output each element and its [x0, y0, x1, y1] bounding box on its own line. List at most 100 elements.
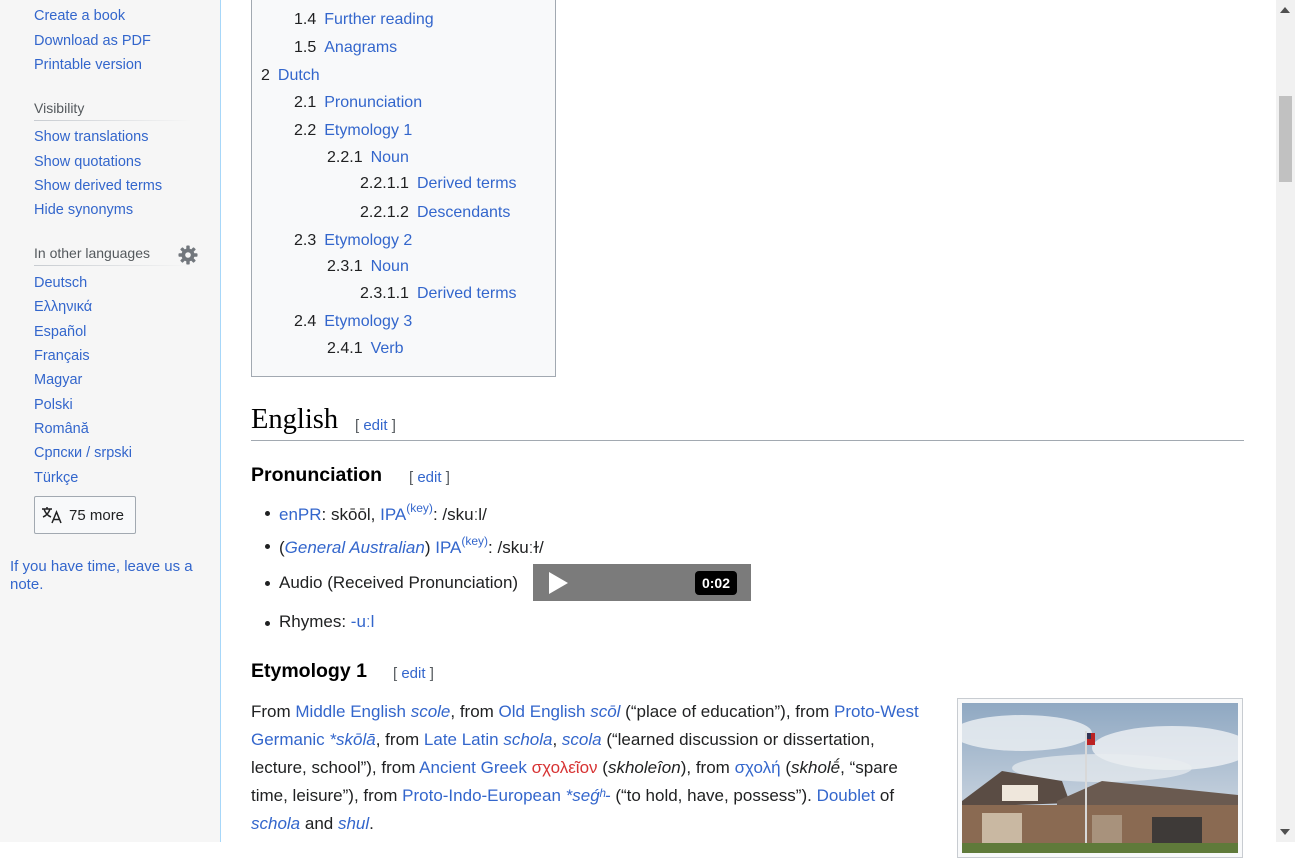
edit-link[interactable]: edit	[417, 469, 441, 486]
toc-link[interactable]: Anagrams	[324, 39, 397, 56]
sidebar-item-download-pdf[interactable]: Download as PDF	[34, 33, 151, 49]
toc-link[interactable]: Noun	[371, 258, 409, 275]
audio-label: Audio (Received Pronunciation)	[279, 573, 519, 592]
sidebar-item-create-book[interactable]: Create a book	[34, 8, 125, 24]
toc-number: 2.2	[294, 122, 317, 139]
toc-item[interactable]: 1.4 Further reading	[294, 11, 434, 29]
lang-link[interactable]: Ancient Greek	[419, 758, 527, 777]
toc-number: 2.3.1	[327, 258, 363, 275]
lang-link[interactable]: Old English	[499, 702, 586, 721]
translate-icon	[42, 507, 62, 524]
toc-item[interactable]: 2.2.1 Noun	[327, 149, 409, 167]
sidebar-item-show-quotations[interactable]: Show quotations	[34, 154, 141, 170]
toc-link[interactable]: Derived terms	[417, 175, 517, 192]
lang-link[interactable]: Ελληνικά	[34, 299, 92, 315]
doublet-link[interactable]: Doublet	[817, 786, 876, 805]
scroll-up-icon[interactable]	[1280, 7, 1290, 13]
ipa-link[interactable]: IPA	[435, 538, 461, 557]
sidebar-item-printable-version[interactable]: Printable version	[34, 57, 142, 73]
toc-item[interactable]: 1.5 Anagrams	[294, 39, 397, 57]
toc-item[interactable]: 2.4 Etymology 3	[294, 313, 412, 331]
toc-link[interactable]: Etymology 3	[324, 313, 412, 330]
lang-link[interactable]: Middle English	[295, 702, 406, 721]
sidebar-item-show-translations[interactable]: Show translations	[34, 129, 148, 145]
toc-item[interactable]: 2.2.1.1 Derived terms	[360, 175, 517, 193]
rhymes-link[interactable]: -uːl	[351, 612, 375, 631]
scrollbar-thumb[interactable]	[1279, 96, 1292, 182]
term-link[interactable]: σχολή	[735, 758, 781, 777]
toc-number: 2.2.1	[327, 149, 363, 166]
more-languages-button[interactable]: 75 more	[34, 496, 136, 534]
lang-link[interactable]: Polski	[34, 397, 73, 413]
accent-link[interactable]: General Australian	[285, 538, 425, 557]
toc-item[interactable]: 2.1 Pronunciation	[294, 94, 422, 112]
toc-item[interactable]: 2.3.1 Noun	[327, 258, 409, 276]
redlink-term[interactable]: σχολεῖον	[532, 758, 598, 777]
lang-link[interactable]: Deutsch	[34, 275, 87, 291]
edit-link[interactable]: edit	[401, 665, 425, 682]
lang-link[interactable]: Türkçe	[34, 470, 78, 486]
toc-link[interactable]: Dutch	[278, 67, 320, 84]
term-link[interactable]: *seǵʰ-	[566, 786, 611, 805]
transliteration: skholḗ	[791, 758, 841, 777]
audio-player[interactable]: 0:02	[533, 564, 751, 601]
term-link[interactable]: scōl	[590, 702, 620, 721]
lang-link[interactable]: Español	[34, 324, 86, 340]
toc-number: 1.5	[294, 39, 317, 56]
school-building-image[interactable]	[962, 703, 1238, 853]
toc-item[interactable]: 2.3.1.1 Derived terms	[360, 285, 517, 303]
sidebar-item-show-derived-terms[interactable]: Show derived terms	[34, 178, 162, 194]
term-link[interactable]: scola	[562, 730, 602, 749]
play-icon[interactable]	[549, 572, 568, 594]
term-link[interactable]: schola	[251, 814, 300, 833]
toc-link[interactable]: Pronunciation	[324, 94, 422, 111]
toc-link[interactable]: Further reading	[324, 11, 433, 28]
scroll-down-icon[interactable]	[1280, 829, 1290, 835]
sidebar-item-hide-synonyms[interactable]: Hide synonyms	[34, 202, 133, 218]
lang-link[interactable]: Српски / srpski	[34, 445, 132, 461]
ipa-value: /skuːɫ/	[497, 538, 544, 557]
toc-link[interactable]: Descendants	[417, 204, 510, 221]
term-link[interactable]: shul	[338, 814, 369, 833]
note-link[interactable]: note	[10, 576, 39, 593]
edit-section: [ edit ]	[393, 665, 434, 682]
english-heading: English	[251, 404, 339, 435]
toc-link[interactable]: Derived terms	[417, 285, 517, 302]
toc-link[interactable]: Verb	[371, 340, 404, 357]
term-link[interactable]: scole	[411, 702, 451, 721]
image-thumbnail[interactable]	[957, 698, 1243, 858]
toc-link[interactable]: Etymology 2	[324, 232, 412, 249]
toc-item[interactable]: 2.4.1 Verb	[327, 340, 404, 358]
visibility-heading: Visibility	[34, 100, 85, 116]
lang-link[interactable]: Proto-Indo-European	[402, 786, 561, 805]
toc-link[interactable]: Etymology 1	[324, 122, 412, 139]
toc-item[interactable]: 2 Dutch	[261, 67, 320, 85]
feedback-note: If you have time, leave us a note.	[10, 558, 215, 594]
note-text: .	[39, 576, 44, 593]
lang-link[interactable]: Română	[34, 421, 89, 437]
toc-number: 1.4	[294, 11, 317, 28]
vertical-scrollbar[interactable]	[1276, 0, 1295, 842]
edit-link[interactable]: edit	[363, 417, 387, 434]
toc-number: 2.1	[294, 94, 317, 111]
pronunciation-item: enPR: skōōl, IPA(key): /skuːl/	[279, 501, 487, 524]
toc-item[interactable]: 2.3 Etymology 2	[294, 232, 412, 250]
term-link[interactable]: *skōlā	[329, 730, 375, 749]
ipa-link[interactable]: IPA	[380, 505, 406, 524]
ipa-key-link[interactable]: (key)	[461, 534, 488, 548]
toc-link[interactable]: Noun	[371, 149, 409, 166]
toc-item[interactable]: 2.2 Etymology 1	[294, 122, 412, 140]
lang-link[interactable]: Magyar	[34, 372, 82, 388]
lang-link[interactable]: Français	[34, 348, 90, 364]
gear-icon[interactable]	[178, 245, 198, 265]
table-of-contents: 1.4 Further reading 1.5 Anagrams 2 Dutch 2.…	[251, 0, 556, 377]
ipa-key-link[interactable]: (key)	[406, 501, 433, 515]
enpr-link[interactable]: enPR	[279, 505, 322, 524]
pronunciation-heading: Pronunciation	[251, 464, 383, 486]
toc-number: 2.2.1.1	[360, 175, 409, 192]
term-link[interactable]: schola	[503, 730, 552, 749]
etymology-text: From Middle English scole, from Old Engl…	[251, 702, 919, 833]
lang-link[interactable]: Late Latin	[424, 730, 499, 749]
toc-item[interactable]: 2.2.1.2 Descendants	[360, 204, 510, 222]
etymology-heading: Etymology 1	[251, 660, 367, 682]
